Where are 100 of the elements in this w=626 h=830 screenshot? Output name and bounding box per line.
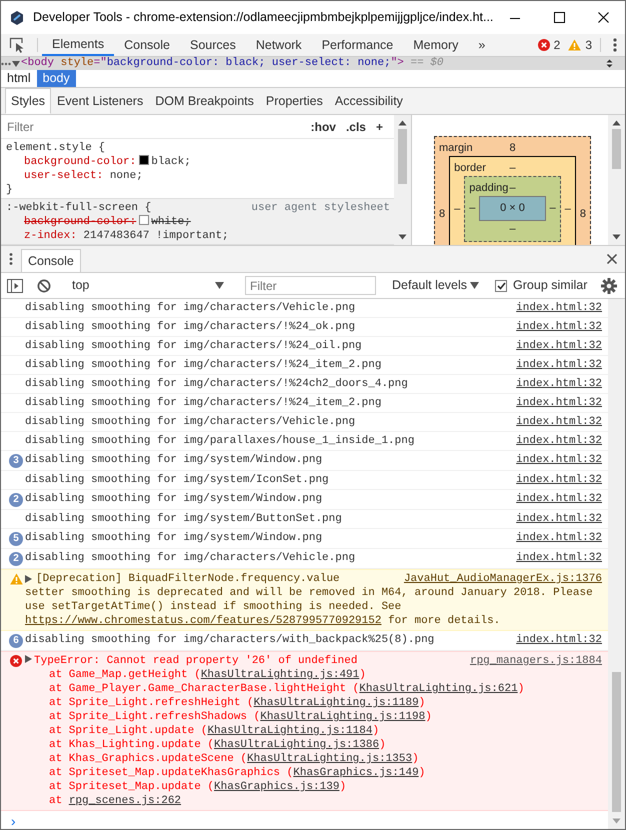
box-model-value[interactable]: – [509,180,516,196]
expand-triangle-icon[interactable] [25,575,32,583]
levels-dropdown[interactable]: Default levels [386,275,486,296]
box-model-value[interactable]: – [509,160,516,176]
source-link[interactable]: index.html:32 [516,377,602,391]
css-property-name[interactable]: background-color: [24,156,136,168]
sidebar-tab[interactable]: DOM Breakpoints [149,88,260,114]
source-link[interactable]: index.html:32 [516,396,602,410]
box-model-value[interactable]: – [564,200,571,217]
content-box[interactable]: 0 × 0 [479,196,546,220]
panel-tab[interactable]: Console [114,34,180,56]
stack-frame-link[interactable]: rpg_scenes.js:262 [68,795,182,807]
source-link[interactable]: index.html:32 [516,320,602,334]
sidebar-tab[interactable]: Accessibility [328,88,409,114]
source-link[interactable]: JavaHut_AudioManagerEx.js:1376 [404,572,602,586]
box-model-value[interactable]: 8 [509,140,516,156]
scroll-arrows-icon [606,59,613,68]
box-model-value[interactable]: 8 [580,206,586,222]
close-icon[interactable] [607,254,617,264]
source-link[interactable]: index.html:32 [516,339,602,353]
source-link[interactable]: index.html:32 [516,453,602,467]
box-model-value[interactable]: – [454,200,460,217]
sidebar-tab[interactable]: Event Listeners [51,88,150,114]
console-scrollbar[interactable] [608,299,625,829]
source-link[interactable]: index.html:32 [516,512,602,526]
styles-toolbar-button[interactable]: :hov [306,118,341,136]
source-link[interactable]: index.html:32 [516,434,602,448]
console-prompt[interactable]: › [1,811,608,829]
source-link[interactable]: index.html:32 [516,358,602,372]
scrollbar-thumb[interactable] [612,672,621,812]
stack-frame-link[interactable]: KhasUltraLighting.js:1198 [260,711,426,723]
group-similar-checkbox[interactable] [495,280,508,292]
details-link[interactable]: https://www.chromestatus.com/features/5287995770929152 [25,615,382,627]
source-link[interactable]: index.html:32 [516,633,602,647]
css-property-value[interactable]: none; [110,170,143,182]
breadcrumb-item[interactable]: body [36,70,76,87]
more-menu-icon[interactable] [613,38,617,52]
css-property-name[interactable]: user-select: [24,170,104,182]
sidebar-tab[interactable]: Styles [5,88,52,114]
more-tabs-button[interactable]: » [468,34,496,56]
css-property-value[interactable]: black; [151,156,191,168]
source-link[interactable]: index.html:32 [516,531,602,545]
stack-frame-link[interactable]: KhasUltraLighting.js:1353 [247,753,412,765]
panel-tab[interactable]: Network [246,34,312,56]
console-filter-field[interactable]: Filter [245,276,376,295]
log-message: disabling smoothing for img/characters/!%24ch2_doors_4.png [25,378,408,390]
context-selector[interactable]: top [60,276,230,295]
source-link[interactable]: rpg_managers.js:1884 [470,654,602,668]
box-model-value[interactable]: 8 [439,206,446,222]
source-link[interactable]: index.html:32 [516,473,602,487]
scroll-down-arrow-icon [398,234,407,240]
box-model-value[interactable]: – [550,200,556,216]
sidebar-tab[interactable]: Properties [260,88,329,114]
source-link[interactable]: index.html:32 [516,492,602,506]
error-count[interactable]: 2 [534,34,564,56]
box-model-value[interactable]: – [469,220,556,236]
box-model-scrollbar[interactable] [608,115,625,245]
warning-count[interactable]: 3 [564,34,596,56]
styles-toolbar-button[interactable]: .cls [340,118,371,136]
styles-filter-field[interactable]: Filter [7,118,306,136]
color-swatch[interactable] [139,155,150,165]
css-property-value[interactable]: 2147483647 !important; [83,230,229,242]
stack-frame-link[interactable]: KhasGraphics.js:139 [214,781,340,793]
stack-frame-link[interactable]: KhasGraphics.js:149 [293,767,419,779]
repeat-count-badge: 2 [9,552,23,566]
color-swatch[interactable] [139,215,150,225]
panel-tab[interactable]: Memory [403,34,468,56]
css-property-name[interactable]: z-index: [24,230,77,242]
scrollbar-thumb[interactable] [612,129,621,169]
styles-scrollbar[interactable] [394,115,411,245]
drawer-tab[interactable]: Console [21,249,81,272]
box-model-value[interactable]: – [469,200,476,216]
expand-triangle-icon[interactable] [25,655,32,663]
scrollbar-thumb[interactable] [398,129,407,184]
clear-console-icon[interactable] [37,278,51,292]
log-message: disabling smoothing for img/characters/Vehicle.png [25,302,356,314]
breadcrumb-item[interactable]: html [1,70,37,87]
sidebar-toggle-icon[interactable] [7,278,23,292]
repeat-count-badge: 6 [9,634,23,648]
source-link[interactable]: index.html:32 [516,301,602,315]
stack-frame-link[interactable]: KhasUltraLighting.js:1386 [214,739,380,751]
styles-toolbar-button[interactable]: + [370,118,388,136]
box-model-label: border [454,161,487,176]
source-link[interactable]: index.html:32 [516,415,602,429]
css-property-value[interactable]: white; [151,216,191,228]
css-selector: element.style { [6,141,106,155]
stack-frame-link[interactable]: KhasUltraLighting.js:1184 [207,725,372,737]
source-link[interactable]: index.html:32 [516,551,602,565]
css-property-name[interactable]: background-color: [24,216,136,228]
drawer-menu-icon[interactable] [9,253,13,265]
stack-frame: at Game_Player.Game_CharacterBase.lightHeight (KhasUltraLighting.js:621) [25,682,602,696]
dropdown-caret-icon [470,282,480,289]
stack-frame-link[interactable]: KhasUltraLighting.js:621 [359,683,518,695]
settings-icon[interactable] [601,278,617,294]
checkbox-label[interactable]: Group similar [513,276,588,295]
panel-tab[interactable]: Sources [180,34,246,56]
stack-frame-link[interactable]: KhasUltraLighting.js:491 [200,669,360,681]
stack-frame-link[interactable]: KhasUltraLighting.js:1189 [254,697,419,709]
inspect-icon[interactable] [9,37,25,53]
panel-tab[interactable]: Performance [312,34,404,56]
